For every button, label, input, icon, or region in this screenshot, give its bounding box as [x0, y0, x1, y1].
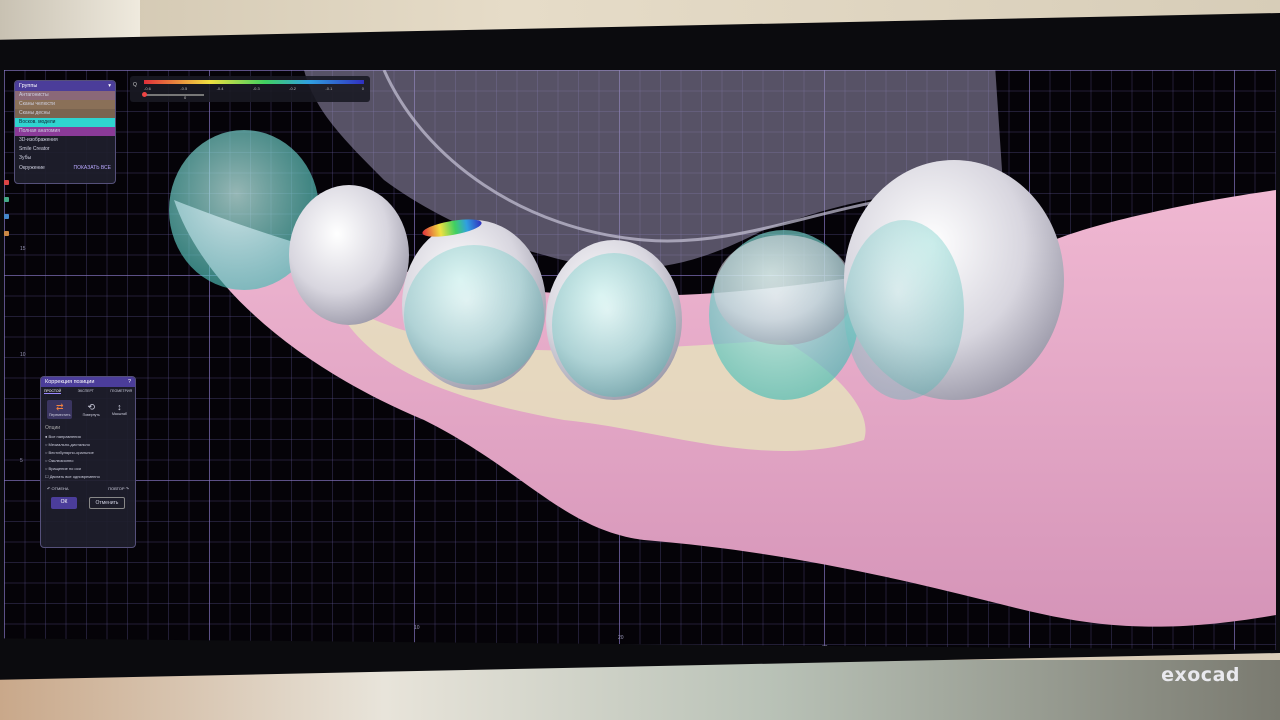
- position-tabs: ПРОСТОЙ ЭКСПЕРТ ГЕОМЕТРИЯ: [41, 387, 135, 396]
- scale-tool-button[interactable]: ↕ Масштаб: [110, 400, 129, 419]
- group-item-gum-scans[interactable]: Сканы десны: [15, 109, 115, 118]
- ruler-left-10: 10: [20, 352, 26, 358]
- color-scale-bar[interactable]: Q -0.6 -0.5 -0.4 -0.3 -0.2 -0.1 0 0: [130, 76, 370, 102]
- group-item-antagonists[interactable]: Антагонисты: [15, 91, 115, 100]
- option-all-directions[interactable]: ● Все направления: [45, 433, 131, 441]
- groups-footer-label: Окружение: [19, 165, 45, 171]
- toolbar-tool-icon[interactable]: [4, 214, 9, 219]
- left-toolbar: [4, 180, 10, 340]
- group-item-jaw-scans[interactable]: Сканы челюсти: [15, 100, 115, 109]
- rotate-icon: ⟲: [87, 402, 95, 412]
- group-item-wax-models[interactable]: Восков. модели: [15, 118, 115, 127]
- move-icon: ⇄: [55, 402, 64, 412]
- groups-panel-title: Группы: [19, 83, 38, 89]
- option-vestibulo-oral[interactable]: ○ Вестибулярно-оральное: [45, 449, 131, 457]
- tool-buttons: ⇄ Переместить ⟲ Повернуть ↕ Масштаб: [41, 396, 135, 423]
- toolbar-tool-icon[interactable]: [4, 231, 9, 236]
- options-list: ● Все направления ○ Мезиально-дистально …: [41, 433, 135, 481]
- rotate-tool-button[interactable]: ⟲ Повернуть: [81, 400, 102, 419]
- groups-panel: Группы ▾ Антагонисты Сканы челюсти Сканы…: [14, 80, 116, 184]
- position-panel-title: Коррекция позиции: [45, 379, 95, 385]
- color-scale-ticks: -0.6 -0.5 -0.4 -0.3 -0.2 -0.1 0: [144, 86, 364, 91]
- color-scale-left-label: Q: [133, 82, 137, 88]
- tab-geometry[interactable]: ГЕОМЕТРИЯ: [110, 389, 132, 394]
- slider-value: 0: [184, 95, 187, 100]
- option-move-all-checkbox[interactable]: ☐ Двигать все одновременно: [45, 473, 131, 481]
- redo-icon: ↷: [125, 486, 129, 491]
- dental-3d-scene[interactable]: [4, 70, 1276, 650]
- options-title: Опции: [45, 425, 61, 431]
- tab-simple[interactable]: ПРОСТОЙ: [44, 389, 62, 394]
- group-item-3d-images[interactable]: 3D-изображения: [15, 136, 115, 145]
- color-scale-gradient: [144, 80, 364, 84]
- option-occlusal[interactable]: ○ Окклюзионно: [45, 457, 131, 465]
- undo-icon: ↶: [47, 486, 51, 491]
- ok-button[interactable]: ОК: [50, 497, 78, 509]
- group-item-full-anatomy[interactable]: Полная анатомия: [15, 127, 115, 136]
- toolbar-tool-icon[interactable]: [4, 180, 9, 185]
- option-axis-rotation[interactable]: ○ Вращение по оси: [45, 465, 131, 473]
- ruler-bottom-20: 20: [618, 635, 624, 641]
- monitor-screen: Q -0.6 -0.5 -0.4 -0.3 -0.2 -0.1 0 0 Груп…: [4, 70, 1276, 650]
- move-tool-button[interactable]: ⇄ Переместить: [47, 400, 73, 419]
- groups-panel-header[interactable]: Группы ▾: [15, 81, 115, 91]
- ruler-left-5: 5: [20, 458, 23, 464]
- position-correction-panel: Коррекция позиции ? ПРОСТОЙ ЭКСПЕРТ ГЕОМ…: [40, 376, 136, 548]
- color-scale-slider[interactable]: 0: [142, 92, 204, 100]
- option-mesio-distal[interactable]: ○ Мезиально-дистально: [45, 441, 131, 449]
- undo-button[interactable]: ↶ ОТМЕНА: [47, 486, 69, 491]
- exocad-logo: exocad: [1161, 664, 1240, 686]
- group-list: Антагонисты Сканы челюсти Сканы десны Во…: [15, 91, 115, 163]
- cancel-button[interactable]: Отменить: [88, 497, 126, 509]
- ruler-left-15: 15: [20, 246, 26, 252]
- scale-icon: ↕: [117, 402, 122, 412]
- group-item-smile-creator[interactable]: Smile Creator: [15, 145, 115, 154]
- tab-expert[interactable]: ЭКСПЕРТ: [78, 389, 94, 394]
- ruler-bottom-10: 10: [414, 625, 420, 631]
- show-all-button[interactable]: ПОКАЗАТЬ ВСЕ: [74, 165, 111, 171]
- collapse-icon[interactable]: ▾: [108, 83, 111, 89]
- toolbar-tool-icon[interactable]: [4, 197, 9, 202]
- group-item-teeth[interactable]: Зубы: [15, 154, 115, 163]
- help-icon[interactable]: ?: [128, 379, 131, 385]
- redo-button[interactable]: ПОВТОР ↷: [108, 486, 129, 491]
- tooth-1: [289, 185, 409, 325]
- slider-handle-icon[interactable]: [142, 92, 147, 97]
- position-panel-header[interactable]: Коррекция позиции ?: [41, 377, 135, 387]
